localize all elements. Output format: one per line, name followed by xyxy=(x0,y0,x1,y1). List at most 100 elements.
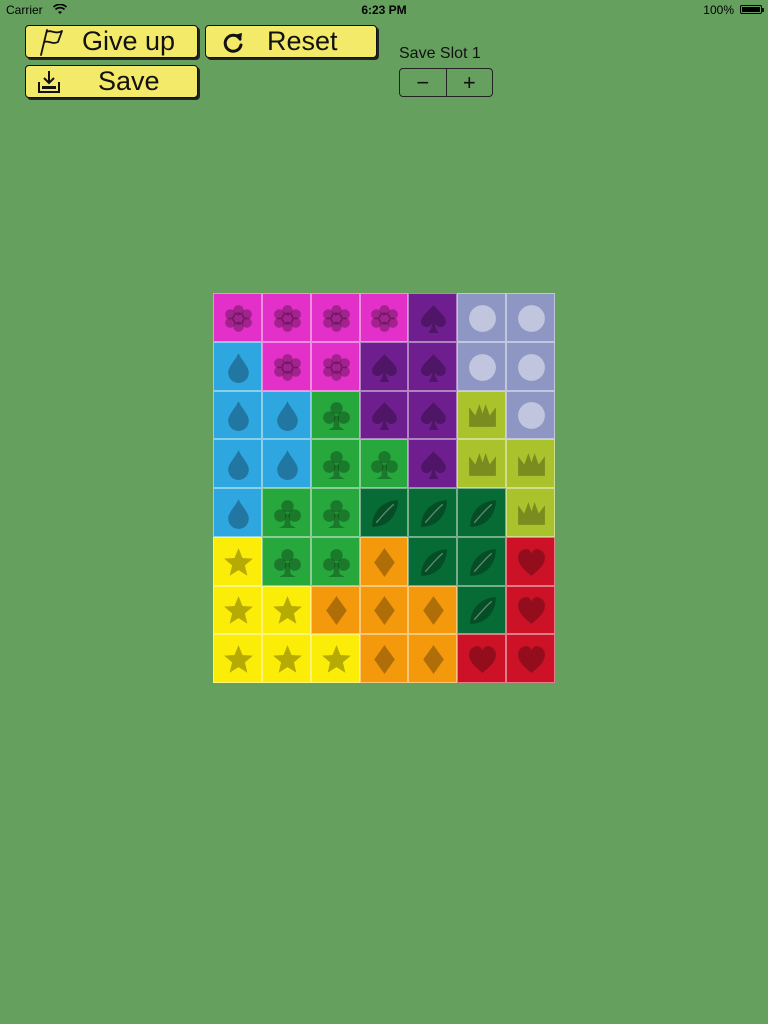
reset-button[interactable]: Reset xyxy=(205,25,377,58)
board-cell-diamond[interactable] xyxy=(310,585,360,635)
board-cell-flower[interactable] xyxy=(310,293,360,342)
board-cell-spade[interactable] xyxy=(408,390,458,440)
club-icon xyxy=(322,499,350,528)
spade-icon xyxy=(421,304,447,333)
board-cell-leaf[interactable] xyxy=(408,488,458,537)
give-up-button[interactable]: Give up xyxy=(25,25,198,58)
diamond-icon xyxy=(423,645,445,675)
board-cell-flower[interactable] xyxy=(261,293,311,342)
board-cell-club[interactable] xyxy=(359,439,409,488)
board-cell-club[interactable] xyxy=(310,488,360,537)
board-cell-flower[interactable] xyxy=(261,341,311,391)
board-cell-drop[interactable] xyxy=(261,390,311,440)
save-button[interactable]: Save xyxy=(25,65,198,98)
status-bar: Carrier 6:23 PM 100% xyxy=(0,0,768,20)
give-up-label: Give up xyxy=(82,26,176,56)
club-icon xyxy=(322,451,350,480)
diamond-icon xyxy=(374,547,396,577)
board-cell-circle[interactable] xyxy=(506,293,555,342)
drop-icon xyxy=(228,498,249,529)
board-cell-club[interactable] xyxy=(310,390,360,440)
flag-icon xyxy=(36,28,66,61)
board-cell-crown[interactable] xyxy=(457,390,507,440)
leaf-icon xyxy=(372,499,399,527)
leaf-icon xyxy=(470,548,497,576)
spade-icon xyxy=(421,451,447,480)
board-cell-leaf[interactable] xyxy=(359,488,409,537)
crown-icon xyxy=(469,453,497,476)
board-cell-circle[interactable] xyxy=(506,341,555,391)
drop-icon xyxy=(276,450,298,481)
board-cell-drop[interactable] xyxy=(213,488,262,537)
board-cell-diamond[interactable] xyxy=(408,585,458,635)
board-cell-club[interactable] xyxy=(261,488,311,537)
board-cell-leaf[interactable] xyxy=(457,536,507,586)
board-cell-heart[interactable] xyxy=(506,585,555,635)
star-icon xyxy=(223,596,253,625)
board-cell-circle[interactable] xyxy=(506,390,555,440)
board-cell-club[interactable] xyxy=(261,536,311,586)
board-cell-drop[interactable] xyxy=(213,341,262,391)
board-cell-drop[interactable] xyxy=(261,439,311,488)
download-tray-icon xyxy=(36,69,62,100)
reset-icon xyxy=(221,30,245,59)
board-cell-flower[interactable] xyxy=(310,341,360,391)
board-cell-drop[interactable] xyxy=(213,390,262,440)
board-cell-circle[interactable] xyxy=(457,293,507,342)
crown-icon xyxy=(518,502,545,525)
board-cell-flower[interactable] xyxy=(213,293,262,342)
flower-icon xyxy=(322,304,350,332)
drop-icon xyxy=(228,450,249,481)
board-cell-star[interactable] xyxy=(213,634,262,683)
club-icon xyxy=(322,402,350,431)
board-cell-star[interactable] xyxy=(213,536,262,586)
save-slot-stepper: − + xyxy=(399,68,493,97)
flower-icon xyxy=(371,304,399,332)
crown-icon xyxy=(518,453,545,476)
club-icon xyxy=(371,451,399,480)
board-cell-crown[interactable] xyxy=(457,439,507,488)
star-icon xyxy=(223,645,253,673)
board-cell-star[interactable] xyxy=(261,585,311,635)
board-cell-heart[interactable] xyxy=(506,536,555,586)
save-label: Save xyxy=(98,66,160,96)
drop-icon xyxy=(228,352,249,383)
board-cell-spade[interactable] xyxy=(359,390,409,440)
diamond-icon xyxy=(325,596,347,626)
board-cell-leaf[interactable] xyxy=(457,585,507,635)
increment-button[interactable]: + xyxy=(445,69,493,96)
battery-percent: 100% xyxy=(703,3,734,17)
board-cell-leaf[interactable] xyxy=(457,488,507,537)
board-cell-club[interactable] xyxy=(310,439,360,488)
board-cell-heart[interactable] xyxy=(506,634,555,683)
board-cell-star[interactable] xyxy=(213,585,262,635)
circle-icon xyxy=(518,304,545,332)
board-cell-crown[interactable] xyxy=(506,439,555,488)
board-cell-spade[interactable] xyxy=(408,293,458,342)
leaf-icon xyxy=(421,548,448,576)
board-cell-spade[interactable] xyxy=(408,341,458,391)
board-cell-diamond[interactable] xyxy=(359,634,409,683)
board-cell-star[interactable] xyxy=(261,634,311,683)
board-cell-star[interactable] xyxy=(310,634,360,683)
board-cell-diamond[interactable] xyxy=(408,634,458,683)
circle-icon xyxy=(518,353,545,381)
flower-icon xyxy=(225,304,252,332)
board-cell-crown[interactable] xyxy=(506,488,555,537)
board-cell-diamond[interactable] xyxy=(359,585,409,635)
board-cell-spade[interactable] xyxy=(359,341,409,391)
board-cell-leaf[interactable] xyxy=(408,536,458,586)
board-cell-circle[interactable] xyxy=(457,341,507,391)
board-cell-drop[interactable] xyxy=(213,439,262,488)
board-cell-heart[interactable] xyxy=(457,634,507,683)
decrement-button[interactable]: − xyxy=(400,69,446,96)
board-cell-club[interactable] xyxy=(310,536,360,586)
star-icon xyxy=(272,596,302,625)
board-cell-spade[interactable] xyxy=(408,439,458,488)
heart-icon xyxy=(469,646,497,674)
board-cell-diamond[interactable] xyxy=(359,536,409,586)
flower-icon xyxy=(322,353,350,381)
board-cell-flower[interactable] xyxy=(359,293,409,342)
crown-icon xyxy=(469,404,497,428)
circle-icon xyxy=(518,402,545,430)
